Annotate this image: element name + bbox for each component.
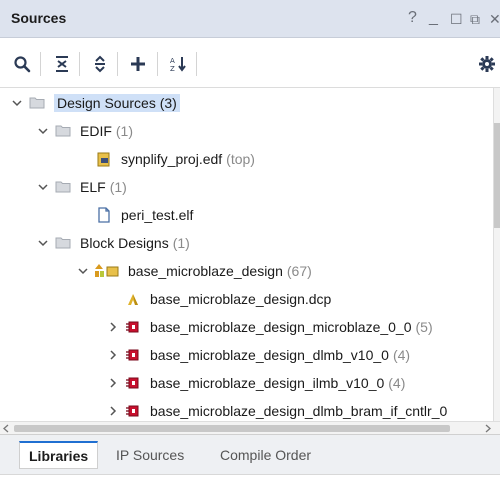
tree-label: base_microblaze_design_microblaze_0_0 (150, 318, 412, 335)
vertical-scrollbar[interactable] (493, 88, 500, 421)
plus-icon (131, 57, 145, 71)
tree-row-microblaze[interactable]: base_microblaze_design_microblaze_0_0 (5… (106, 312, 433, 341)
horizontal-scrollbar[interactable] (0, 421, 500, 434)
toolbar-divider (79, 52, 80, 76)
tree-row-peri-test[interactable]: peri_test.elf (95, 200, 193, 229)
scroll-right-icon[interactable] (484, 424, 492, 433)
tree-count: (1) (115, 122, 134, 139)
tab-libraries[interactable]: Libraries (19, 441, 99, 469)
chevron-right-icon[interactable] (106, 320, 120, 334)
ip-core-icon (124, 403, 142, 419)
horizontal-scroll-thumb[interactable] (14, 425, 450, 432)
checkpoint-icon (124, 291, 142, 307)
tree-label: synplify_proj.edf (121, 150, 223, 167)
minimize-icon[interactable]: _ (429, 8, 438, 28)
panel-title: Sources (11, 10, 67, 26)
tree-label: ELF (80, 178, 106, 195)
chevron-down-icon[interactable] (10, 96, 24, 110)
chevron-down-icon[interactable] (36, 236, 50, 250)
gear-icon (479, 56, 495, 72)
tree-row-edif[interactable]: EDIF (1) (36, 116, 133, 145)
restore-icon[interactable]: ☐ (450, 9, 463, 29)
help-icon[interactable]: ? (408, 8, 417, 28)
collapse-all-icon (56, 56, 68, 72)
tree-label: base_microblaze_design_ilmb_v10_0 (150, 374, 385, 391)
folder-icon (28, 95, 46, 111)
scroll-left-icon[interactable] (2, 424, 10, 433)
tab-compile-order[interactable]: Compile Order (211, 441, 320, 469)
tree-label: base_microblaze_design_dlmb_v10_0 (150, 346, 389, 363)
tree-count: (1) (109, 178, 127, 195)
file-icon (95, 206, 113, 223)
tree-row-block-designs[interactable]: Block Designs (1) (36, 228, 190, 257)
folder-icon (54, 179, 72, 195)
tab-ip-sources[interactable]: IP Sources (107, 441, 193, 469)
toolbar-divider (117, 52, 118, 76)
search-button[interactable] (11, 53, 33, 75)
tree-label: base_microblaze_design (128, 262, 283, 279)
tree-label: Design Sources (3) (54, 93, 180, 112)
tree-count: (67) (286, 262, 312, 279)
chevron-right-icon[interactable] (106, 348, 120, 362)
panel-header: Sources ? _ ☐ ⧉ ✕ (0, 0, 500, 38)
tree-row-dlmb-bram[interactable]: base_microblaze_design_dlmb_bram_if_cntl… (106, 396, 447, 421)
float-icon[interactable]: ⧉ (470, 9, 480, 29)
svg-text:A: A (170, 57, 175, 65)
vertical-scroll-thumb[interactable] (494, 123, 500, 228)
collapse-all-button[interactable] (51, 53, 73, 75)
svg-text:Z: Z (170, 65, 175, 73)
chevron-down-icon[interactable] (76, 264, 90, 278)
block-design-icon (94, 263, 120, 279)
tree-row-dcp[interactable]: base_microblaze_design.dcp (124, 284, 331, 313)
chevron-down-icon[interactable] (36, 180, 50, 194)
sources-tree: Design Sources (3) EDIF (1) synplify_pro… (0, 88, 493, 421)
tree-row-elf[interactable]: ELF (1) (36, 172, 127, 201)
add-sources-button[interactable] (127, 53, 149, 75)
tree-row-design-sources[interactable]: Design Sources (3) (10, 88, 180, 117)
toolbar: AZ (0, 38, 500, 88)
tree-row-dlmb[interactable]: base_microblaze_design_dlmb_v10_0 (4) (106, 340, 410, 369)
ip-core-icon (124, 347, 142, 363)
tree-row-ilmb[interactable]: base_microblaze_design_ilmb_v10_0 (4) (106, 368, 405, 397)
tree-label: base_microblaze_design_dlmb_bram_if_cntl… (150, 402, 448, 419)
tree-label: Block Designs (80, 234, 169, 251)
tree-count: (4) (388, 374, 406, 391)
ip-core-icon (124, 319, 142, 335)
search-icon (14, 56, 31, 73)
tree-label: EDIF (80, 122, 112, 139)
expand-all-button[interactable] (89, 53, 111, 75)
panel-footer (0, 474, 500, 493)
sort-button[interactable]: AZ (167, 53, 189, 75)
sort-az-icon: AZ (170, 57, 186, 73)
folder-icon (54, 123, 72, 139)
tree-row-synplify[interactable]: synplify_proj.edf (top) (95, 144, 255, 173)
tree-label: peri_test.elf (121, 206, 194, 223)
chevron-right-icon[interactable] (106, 376, 120, 390)
tree-label: base_microblaze_design.dcp (150, 290, 332, 307)
tree-row-base-design[interactable]: base_microblaze_design (67) (76, 256, 312, 285)
settings-button[interactable] (476, 53, 498, 75)
tree-count: (4) (392, 346, 411, 363)
close-icon[interactable]: ✕ (489, 9, 500, 29)
toolbar-divider (40, 52, 41, 76)
ip-core-icon (124, 375, 142, 391)
expand-all-icon (95, 55, 105, 73)
toolbar-divider (196, 52, 197, 76)
chevron-right-icon[interactable] (106, 404, 120, 418)
edif-file-icon (95, 151, 113, 167)
chevron-down-icon[interactable] (36, 124, 50, 138)
folder-icon (54, 235, 72, 251)
tree-note: (top) (226, 150, 255, 167)
tree-count: (1) (172, 234, 190, 251)
toolbar-divider (157, 52, 158, 76)
tree-count: (5) (415, 318, 433, 335)
